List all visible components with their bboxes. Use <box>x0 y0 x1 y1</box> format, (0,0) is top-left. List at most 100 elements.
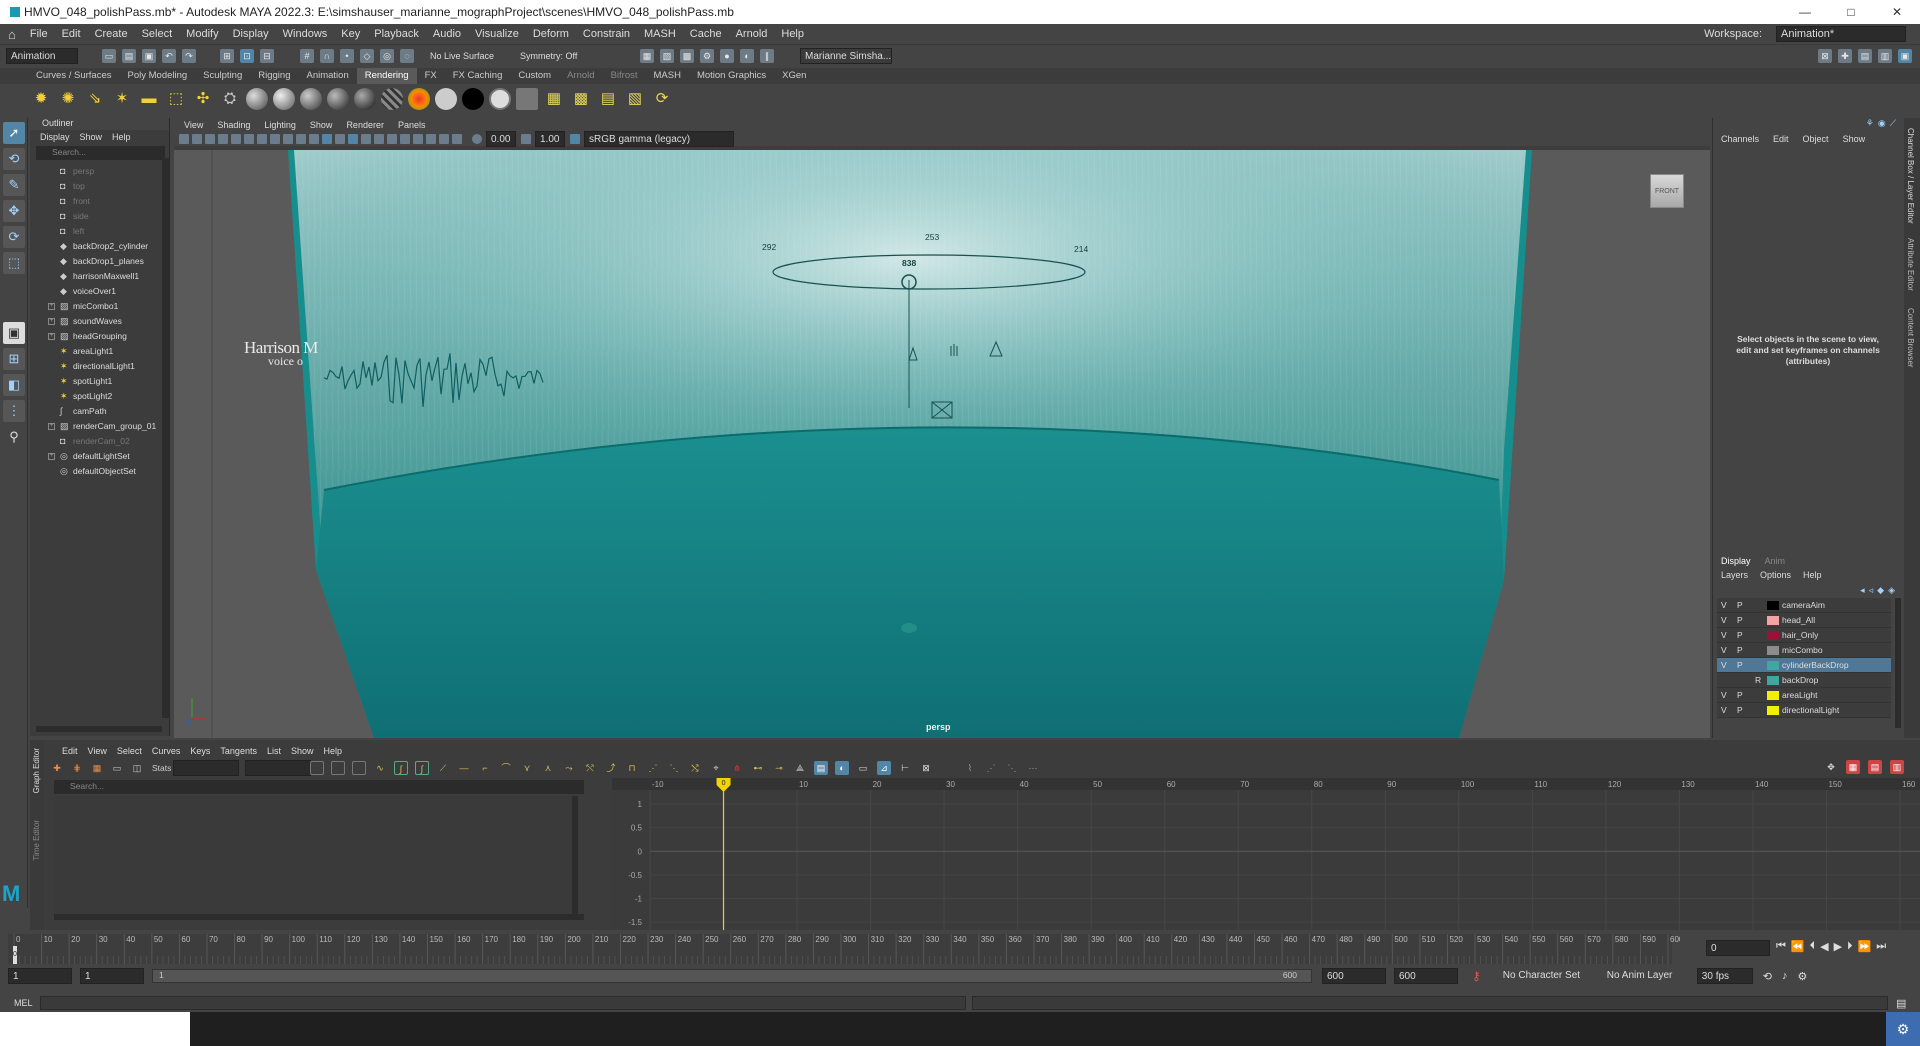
menu-display[interactable]: Display <box>233 28 269 40</box>
layer-color-swatch[interactable] <box>1767 601 1779 610</box>
color-management-icon[interactable] <box>570 134 580 144</box>
ambient-light-icon[interactable]: ✺ <box>57 88 79 110</box>
region-tool-icon[interactable]: ▭ <box>110 761 124 775</box>
loop-icon[interactable]: ⟲ <box>1763 970 1772 983</box>
outliner-search-input[interactable]: Search... <box>36 146 165 160</box>
spline-tangent-icon[interactable]: ∫ <box>394 761 408 775</box>
layer-row[interactable]: V PdirectionalLight <box>1717 703 1891 718</box>
outliner-item[interactable]: ◘ persp <box>30 164 169 179</box>
time-slider-ruler[interactable]: 0 10 20 30 40 50 60 70 80 90 100 110 120 130 140 150 160… <box>0 932 1680 966</box>
menuset-dropdown[interactable]: Animation <box>6 47 78 64</box>
viewport-menu-view[interactable]: View <box>184 120 203 130</box>
volume-light-icon[interactable]: ⬚ <box>165 88 187 110</box>
menu-audio[interactable]: Audio <box>433 28 461 40</box>
undo-icon[interactable]: ↶ <box>162 48 176 63</box>
ghost-curve-icon[interactable]: ⌇ <box>963 761 977 775</box>
play-forward-icon[interactable]: ▶ <box>1834 940 1842 953</box>
playback-end-field[interactable]: 600 <box>1322 968 1386 984</box>
graph-menu-keys[interactable]: Keys <box>190 746 210 756</box>
ramp-shader-icon[interactable] <box>408 88 430 110</box>
sound-icon[interactable]: ♪ <box>1782 970 1788 982</box>
use-all-lights-icon[interactable] <box>361 134 371 144</box>
outliner-tab[interactable]: Outliner <box>30 118 169 130</box>
striped-shader-icon[interactable] <box>381 88 403 110</box>
isolate-select-icon[interactable] <box>400 134 410 144</box>
menu-deform[interactable]: Deform <box>533 28 569 40</box>
sphere-shader-2-icon[interactable] <box>273 88 295 110</box>
character-controls-icon[interactable]: ✚ <box>1838 48 1852 63</box>
exposure-icon[interactable] <box>472 134 482 144</box>
outliner-item[interactable]: ✶ spotLight1 <box>30 374 169 389</box>
graph-menu-select[interactable]: Select <box>117 746 142 756</box>
viewcube[interactable]: FRONT <box>1650 174 1684 208</box>
home-icon[interactable]: ⌂ <box>8 27 16 42</box>
render-frame-icon[interactable]: ▦ <box>640 48 654 63</box>
workspace-dropdown[interactable]: Animation* <box>1776 26 1906 42</box>
layer-color-swatch[interactable] <box>1767 691 1779 700</box>
outliner-scrollbar[interactable] <box>162 158 169 718</box>
shelf-tab-arnold[interactable]: Arnold <box>559 68 602 84</box>
expand-icon[interactable]: + <box>48 303 55 310</box>
outliner-item[interactable]: + ◎ defaultLightSet <box>30 449 169 464</box>
directional-light-icon[interactable]: ⇘ <box>84 88 106 110</box>
menu-windows[interactable]: Windows <box>283 28 328 40</box>
menu-cache[interactable]: Cache <box>690 28 722 40</box>
shelf-tab-custom[interactable]: Custom <box>510 68 559 84</box>
frame-selection-icon[interactable] <box>331 761 345 775</box>
safe-action-icon[interactable] <box>283 134 293 144</box>
layer-playback-toggle[interactable]: P <box>1737 643 1743 658</box>
layer-playback-toggle[interactable]: P <box>1737 688 1743 703</box>
step-forward-frame-icon[interactable]: ⏵ <box>1847 940 1853 953</box>
layer-visibility-toggle[interactable]: V <box>1721 703 1727 718</box>
two-pane-layout-icon[interactable]: ◧ <box>3 374 25 396</box>
time-slider[interactable]: 0 10 20 30 40 50 60 70 80 90 100 110 120 130 140 150 160… <box>0 932 1920 966</box>
hypershade-icon[interactable]: ● <box>720 48 734 63</box>
outliner-item[interactable]: ◘ renderCam_02 <box>30 434 169 449</box>
outliner-menu-help[interactable]: Help <box>112 132 131 142</box>
outliner-menu-show[interactable]: Show <box>80 132 103 142</box>
save-scene-icon[interactable]: ▣ <box>142 48 156 63</box>
outliner-item[interactable]: ◘ front <box>30 194 169 209</box>
outliner-item[interactable]: ✶ areaLight1 <box>30 344 169 359</box>
channel-menu-channels[interactable]: Channels <box>1721 134 1759 144</box>
channel-box-option-1-icon[interactable]: ⚘ <box>1866 118 1874 132</box>
layer-visibility-toggle[interactable]: V <box>1721 658 1727 673</box>
image-plane-icon[interactable] <box>205 134 215 144</box>
antialiasing-icon[interactable] <box>439 134 449 144</box>
scene-end-field[interactable]: 600 <box>1394 968 1458 984</box>
layer-row[interactable]: V PcameraAim <box>1717 598 1891 613</box>
command-language-label[interactable]: MEL <box>0 998 40 1008</box>
grid-icon[interactable] <box>218 134 228 144</box>
field-chart-icon[interactable] <box>270 134 280 144</box>
channel-menu-object[interactable]: Object <box>1803 134 1829 144</box>
menu-visualize[interactable]: Visualize <box>475 28 519 40</box>
channel-menu-edit[interactable]: Edit <box>1773 134 1789 144</box>
stacked-curves-icon[interactable]: ▤ <box>814 761 828 775</box>
outliner-item[interactable]: ◘ side <box>30 209 169 224</box>
snap-grid-icon[interactable]: # <box>300 48 314 63</box>
step-back-frame-icon[interactable]: ⏴ <box>1810 940 1816 953</box>
menu-file[interactable]: File <box>30 28 48 40</box>
current-frame-field[interactable]: 0 <box>1706 940 1770 956</box>
gamma-field[interactable]: 1.00 <box>535 131 565 147</box>
menu-playback[interactable]: Playback <box>374 28 419 40</box>
channel-box-option-2-icon[interactable]: ◉ <box>1878 118 1886 132</box>
frame-playback-icon[interactable] <box>352 761 366 775</box>
graph-option-red-1-icon[interactable]: ▦ <box>1846 760 1860 774</box>
snap-point-icon[interactable]: • <box>340 48 354 63</box>
outliner-item[interactable]: + ▨ micCombo1 <box>30 299 169 314</box>
viewport-panel[interactable]: View Shading Lighting Show Renderer Pane… <box>174 118 1710 738</box>
menu-edit[interactable]: Edit <box>62 28 81 40</box>
pre-infinity-icon[interactable]: ⋰ <box>646 761 660 775</box>
graph-option-red-3-icon[interactable]: ▥ <box>1890 760 1904 774</box>
channel-menu-show[interactable]: Show <box>1843 134 1866 144</box>
shelf-tab-xgen[interactable]: XGen <box>774 68 814 84</box>
render-region-icon[interactable]: ▧ <box>660 48 674 63</box>
pause-icon[interactable]: ∥ <box>760 48 774 63</box>
layer-playback-toggle[interactable]: P <box>1737 628 1743 643</box>
user-account-dropdown[interactable]: Marianne Simsha... <box>800 47 892 64</box>
open-scene-icon[interactable]: ▤ <box>122 48 136 63</box>
textured-icon[interactable] <box>348 134 358 144</box>
viewport-menu-show[interactable]: Show <box>310 120 333 130</box>
sphere-shader-3-icon[interactable] <box>300 88 322 110</box>
